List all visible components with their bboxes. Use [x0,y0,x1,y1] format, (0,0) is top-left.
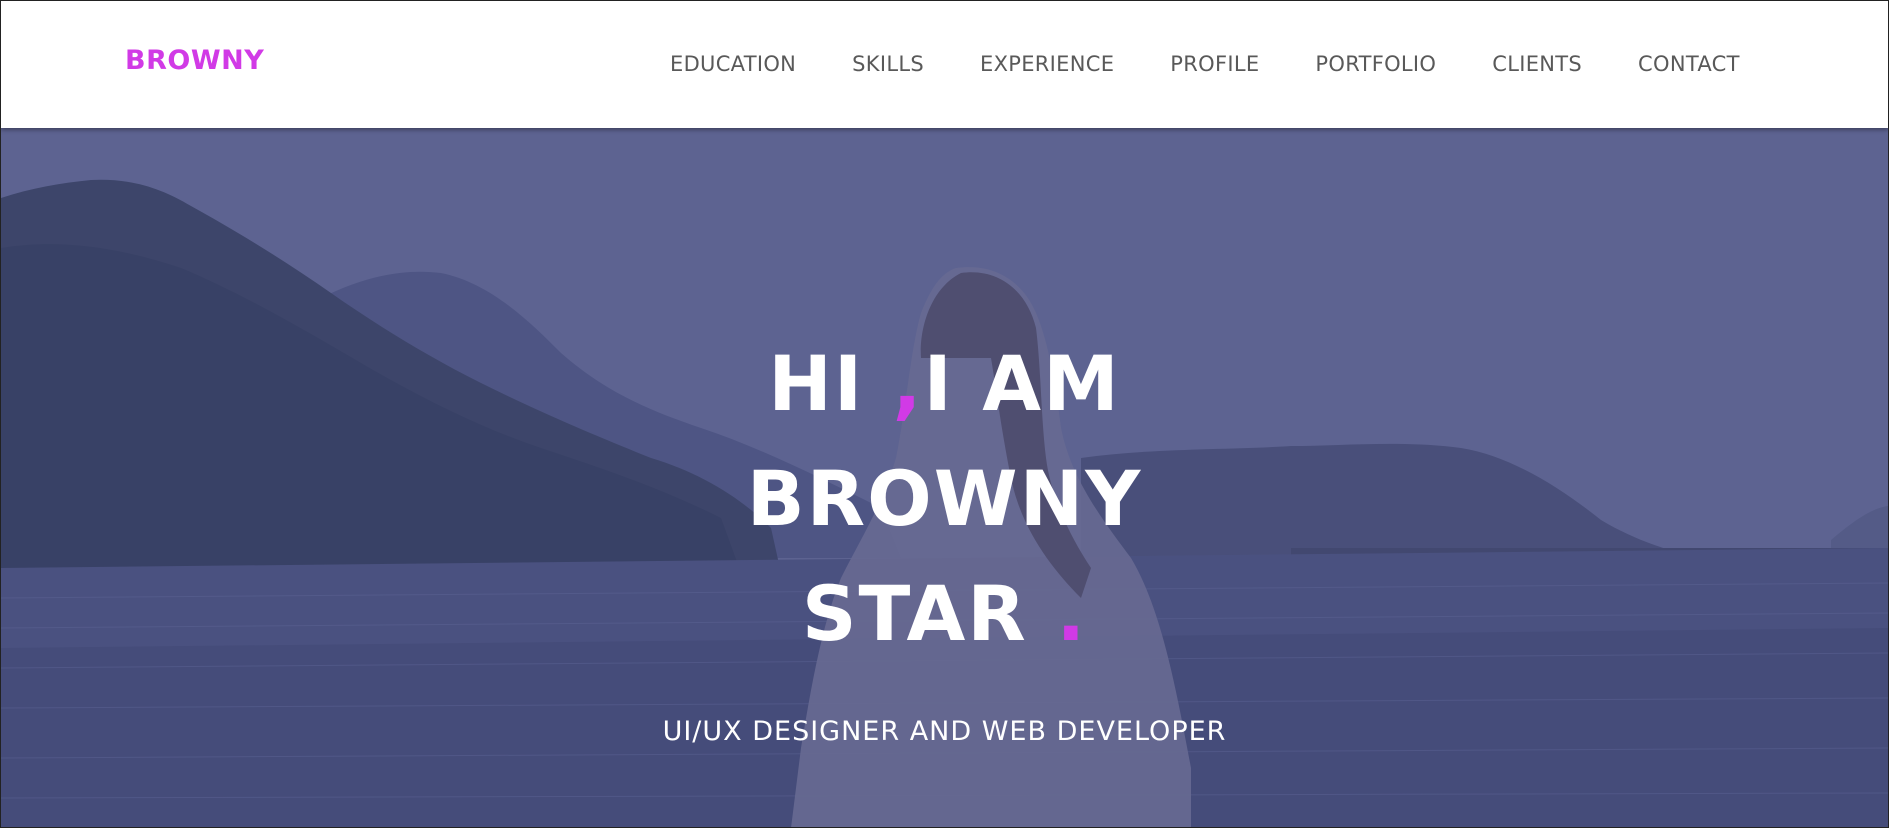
nav-link-education[interactable]: EDUCATION [670,52,796,76]
nav-item-skills: SKILLS [852,52,924,76]
nav-link-experience[interactable]: EXPERIENCE [980,52,1114,76]
hero-comma-accent: , [892,339,924,428]
nav-link-contact[interactable]: CONTACT [1638,52,1740,76]
hero-i-am: I AM [923,339,1121,428]
page-frame: BROWNY EDUCATION SKILLS EXPERIENCE PROFI… [0,0,1889,828]
hero-section: HI ,I AM BROWNY STAR . UI/UX DESIGNER AN… [1,128,1888,827]
nav-item-portfolio: PORTFOLIO [1315,52,1436,76]
nav-item-clients: CLIENTS [1492,52,1582,76]
hero-star: STAR [801,569,1028,658]
nav-link-profile[interactable]: PROFILE [1170,52,1259,76]
hero-subtitle: UI/UX DESIGNER AND WEB DEVELOPER [662,716,1227,747]
hero-headline-line1: HI ,I AM [1,346,1888,422]
nav-link-skills[interactable]: SKILLS [852,52,924,76]
nav-item-profile: PROFILE [1170,52,1259,76]
brand-logo[interactable]: BROWNY [125,45,264,76]
hero-dot-accent: . [1056,569,1088,658]
hero-headline-line2: BROWNY [746,454,1143,543]
nav-item-education: EDUCATION [670,52,796,76]
hero-greeting: HI [768,339,865,428]
hero-headline-line3: STAR . [1,576,1888,652]
nav-link-portfolio[interactable]: PORTFOLIO [1315,52,1436,76]
nav-item-experience: EXPERIENCE [980,52,1114,76]
nav-link-clients[interactable]: CLIENTS [1492,52,1582,76]
main-nav: EDUCATION SKILLS EXPERIENCE PROFILE PORT… [670,52,1740,76]
top-navbar: BROWNY EDUCATION SKILLS EXPERIENCE PROFI… [1,1,1888,128]
nav-item-contact: CONTACT [1638,52,1740,76]
